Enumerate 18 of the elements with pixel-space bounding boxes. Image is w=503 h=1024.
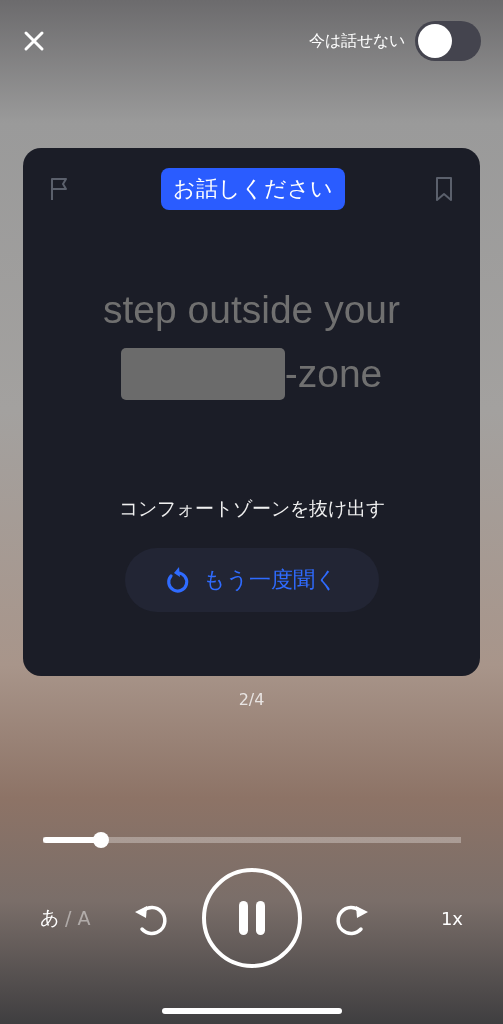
pause-button[interactable] (201, 868, 302, 968)
close-icon (23, 30, 45, 52)
slider-thumb[interactable] (93, 832, 109, 848)
speak-later-label: 今は話せない (309, 30, 405, 52)
pause-icon (236, 900, 267, 936)
sentence-text: step outside your (103, 288, 400, 332)
sentence-text: -zone (284, 352, 383, 396)
page-counter: 2/4 (238, 690, 265, 709)
bookmark-icon[interactable] (434, 176, 454, 202)
close-button[interactable] (22, 29, 46, 53)
toggle-switch[interactable] (415, 21, 481, 61)
separator-text: / (65, 907, 72, 929)
replay-icon (165, 566, 191, 594)
script-option[interactable]: あ (40, 905, 59, 931)
translation-text: コンフォートゾーンを抜け出す (118, 496, 385, 521)
replay-button[interactable]: もう一度聞く (124, 548, 379, 612)
speak-prompt-badge: お話しください (160, 168, 345, 210)
speed-button[interactable]: 1x (403, 907, 463, 929)
